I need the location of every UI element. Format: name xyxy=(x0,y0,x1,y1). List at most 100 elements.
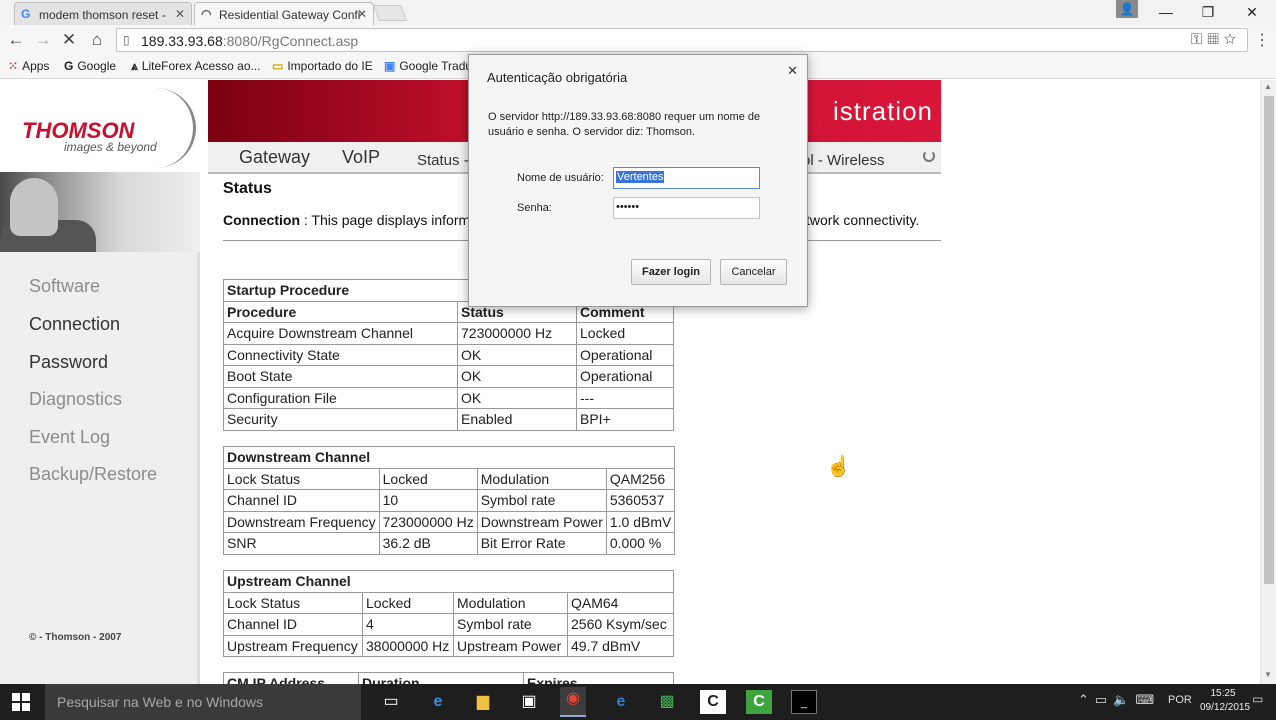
scroll-down-icon[interactable]: ▼ xyxy=(1264,670,1272,679)
taskbar-search[interactable]: Pesquisar na Web e no Windows xyxy=(45,684,361,720)
windows-start-icon[interactable] xyxy=(12,693,30,711)
scroll-up-icon[interactable]: ▲ xyxy=(1264,82,1272,91)
table-cell: 10 xyxy=(378,489,478,512)
system-tray: ⌃▭🔈⌨ xyxy=(1078,692,1160,708)
stop-icon[interactable]: ✕ xyxy=(58,30,80,50)
table-cell: Security xyxy=(223,408,458,431)
nav-voip[interactable]: VoIP xyxy=(342,147,380,168)
sidebar-item-connection[interactable]: Connection xyxy=(29,314,120,335)
camtasia-icon[interactable]: C xyxy=(700,690,726,714)
copyright: © - Thomson - 2007 xyxy=(29,632,122,643)
password-value: •••••• xyxy=(616,201,640,213)
table-row: Configuration File OK --- xyxy=(223,386,674,409)
table-row: SNR 36.2 dB Bit Error Rate 0.000 % xyxy=(223,532,676,555)
sidebar-item-password[interactable]: Password xyxy=(29,352,108,373)
file-explorer-icon[interactable]: ▆ xyxy=(470,690,496,714)
table-row: Lock Status Locked Modulation QAM256 xyxy=(223,467,676,490)
table-cell: OK xyxy=(457,365,577,388)
table-cell: SNR xyxy=(223,532,380,555)
edge-icon[interactable]: e xyxy=(425,690,451,714)
network-icon[interactable]: ▭ xyxy=(1095,692,1113,707)
address-bar[interactable]: ▯ 189.33.93.68:8080/RgConnect.asp ⚿▦☆ xyxy=(116,28,1248,52)
close-icon[interactable]: ✕ xyxy=(357,7,367,21)
nav-gateway[interactable]: Gateway xyxy=(239,147,310,168)
username-label: Nome de usuário: xyxy=(517,172,604,184)
chevron-up-icon[interactable]: ⌃ xyxy=(1078,692,1095,707)
notifications-icon[interactable]: ▭ xyxy=(1252,692,1268,708)
password-field[interactable]: •••••• xyxy=(613,197,760,219)
store-icon[interactable]: ▣ xyxy=(516,690,542,714)
language-indicator[interactable]: POR xyxy=(1168,694,1192,706)
table-row: Channel ID 10 Symbol rate 5360537 xyxy=(223,489,676,512)
internet-explorer-icon[interactable]: e xyxy=(608,690,634,714)
task-view-icon[interactable]: ▭ xyxy=(378,690,404,714)
sidebar-item-backup-restore[interactable]: Backup/Restore xyxy=(29,464,157,485)
cancel-button[interactable]: Cancelar xyxy=(720,259,787,285)
bookmark-star-icon[interactable]: ☆ xyxy=(1224,31,1241,48)
excel-icon[interactable]: ▩ xyxy=(654,690,680,714)
new-tab-button[interactable] xyxy=(373,5,407,21)
minimize-icon[interactable]: — xyxy=(1146,2,1186,22)
keyboard-icon[interactable]: ⌨ xyxy=(1135,692,1160,707)
user-profile-icon[interactable]: 👤 xyxy=(1116,0,1138,18)
table-cell: Acquire Downstream Channel xyxy=(223,322,458,345)
table-cell: Locked xyxy=(378,467,478,490)
bookmark-liteforex[interactable]: ⩓ LiteForex Acesso ao... xyxy=(131,59,261,74)
table-row: Connectivity State OK Operational xyxy=(223,343,674,366)
key-icon[interactable]: ⚿ xyxy=(1191,31,1207,48)
cm-ip-table: CM IP Address Duration Expires xyxy=(223,672,674,684)
chrome-icon[interactable]: ◉ xyxy=(560,687,586,717)
table-row: Security Enabled BPI+ xyxy=(223,408,674,431)
bookmark-folder-ie[interactable]: ▭ Importado do IE xyxy=(272,59,373,73)
table-cell: Channel ID xyxy=(223,613,363,636)
login-button[interactable]: Fazer login xyxy=(631,259,711,285)
table-cell: 5360537 xyxy=(605,489,676,512)
column-header: Duration xyxy=(358,672,524,684)
window-close-icon[interactable]: ✕ xyxy=(1232,2,1272,22)
bookmark-apps[interactable]: ⁙ Apps xyxy=(8,59,49,73)
nav-status[interactable]: Status - xyxy=(417,152,469,169)
table-cell: Symbol rate xyxy=(476,489,607,512)
home-icon[interactable]: ⌂ xyxy=(86,30,108,50)
restore-icon[interactable]: ❐ xyxy=(1188,2,1228,22)
photo-person-head xyxy=(10,178,58,236)
chrome-menu-icon[interactable]: ⋮ xyxy=(1254,30,1270,50)
command-prompt-icon[interactable]: _ xyxy=(791,690,817,714)
table-cell: Symbol rate xyxy=(453,613,568,636)
close-icon[interactable]: ✕ xyxy=(175,7,185,21)
clock[interactable]: 15:25 09/12/2015 xyxy=(1200,687,1250,715)
sidebar-item-software[interactable]: Software xyxy=(29,276,100,297)
username-value: Vertentes xyxy=(616,171,665,183)
translate-icon[interactable]: ▦ xyxy=(1207,31,1223,48)
camtasia-recorder-icon[interactable]: C xyxy=(746,690,772,714)
table-cell: Modulation xyxy=(453,591,568,614)
nav-wireless[interactable]: ol - Wireless xyxy=(802,152,885,169)
table-cell: 723000000 Hz xyxy=(378,510,478,533)
table-cell: Configuration File xyxy=(223,386,458,409)
forward-arrow-icon[interactable]: → xyxy=(32,30,54,50)
column-header: Expires xyxy=(523,672,674,684)
clock-time: 15:25 xyxy=(1210,688,1236,699)
logo-tagline: images & beyond xyxy=(64,140,157,154)
page-scrollbar[interactable]: ▲ ▼ xyxy=(1260,80,1276,684)
bookmark-google[interactable]: G Google xyxy=(64,59,116,73)
sidebar-item-diagnostics[interactable]: Diagnostics xyxy=(29,389,122,410)
tab-gateway-config[interactable]: ◠ Residential Gateway Confi ✕ xyxy=(194,2,374,25)
table-cell: Upstream Frequency xyxy=(223,634,363,657)
back-arrow-icon[interactable]: ← xyxy=(5,30,27,50)
hand-cursor-icon: ☝ xyxy=(826,456,851,478)
google-g-icon: G xyxy=(64,59,74,73)
volume-icon[interactable]: 🔈 xyxy=(1113,692,1135,707)
bookmark-google-translate[interactable]: ▣ Google Tradu xyxy=(384,59,472,73)
table-cell: Modulation xyxy=(476,467,607,490)
tab-google-search[interactable]: G modem thomson reset - ✕ xyxy=(14,2,192,25)
close-icon[interactable]: ✕ xyxy=(787,63,798,79)
table-cell: QAM256 xyxy=(605,467,676,490)
table-row: CM IP Address Duration Expires xyxy=(223,672,674,684)
table-cell: BPI+ xyxy=(576,408,674,431)
sidebar: Software Connection Password Diagnostics… xyxy=(0,172,200,684)
table-cell: Operational xyxy=(576,343,674,366)
sidebar-item-event-log[interactable]: Event Log xyxy=(29,427,110,448)
scrollbar-thumb[interactable] xyxy=(1264,96,1274,584)
username-field[interactable]: Vertentes xyxy=(613,167,760,189)
